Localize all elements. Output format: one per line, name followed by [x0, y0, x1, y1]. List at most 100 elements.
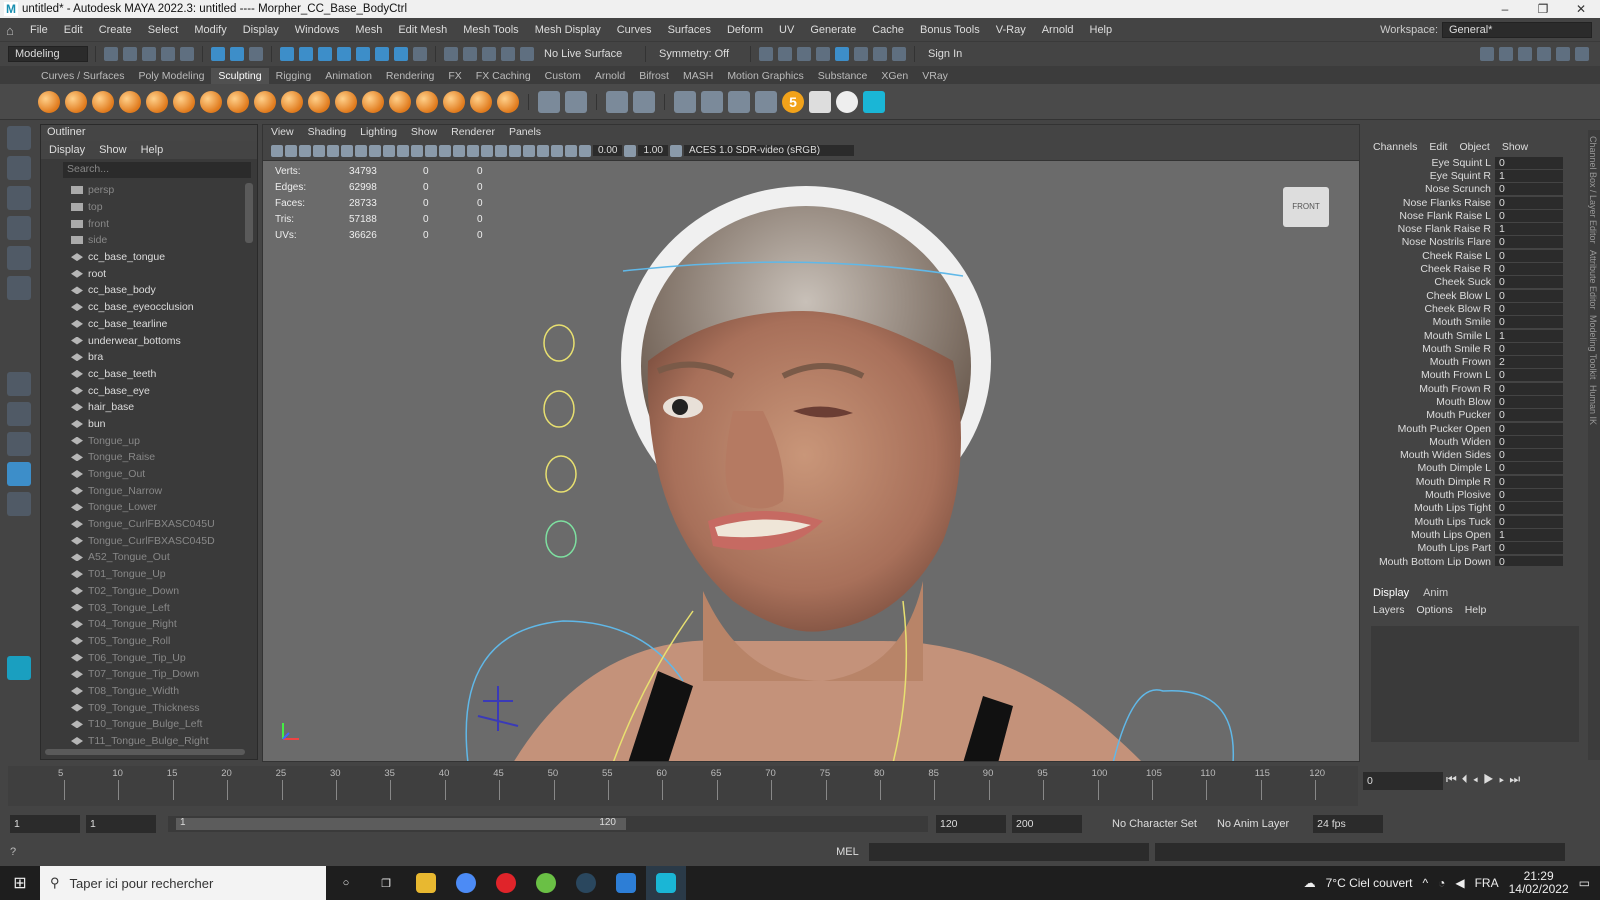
weather-icon[interactable]: ☁	[1304, 876, 1316, 890]
channel-row[interactable]: Mouth Widen Sides 0	[1365, 449, 1585, 462]
outliner-item[interactable]: T03_Tongue_Left	[41, 599, 257, 616]
viewport-panel[interactable]: View Shading Lighting Show Renderer Panels 0.…	[262, 124, 1360, 762]
channel-value-field[interactable]: 0	[1495, 502, 1563, 515]
relax-tool-icon[interactable]	[92, 90, 114, 113]
outliner-layout-icon[interactable]	[7, 462, 31, 486]
outliner-menu-help[interactable]: Help	[141, 144, 164, 156]
sculpt-tool-icon[interactable]	[38, 90, 60, 113]
channel-value-field[interactable]: 1	[1495, 169, 1563, 182]
outliner-item[interactable]: side	[41, 232, 257, 249]
modeling-toolkit-icon[interactable]	[1480, 46, 1494, 61]
outliner-item[interactable]: T05_Tongue_Roll	[41, 633, 257, 650]
menu-select[interactable]: Select	[140, 24, 187, 36]
vray-texture-icon[interactable]	[701, 90, 723, 113]
channel-row[interactable]: Nose Flanks Raise 0	[1365, 196, 1585, 209]
outliner-item[interactable]: bra	[41, 349, 257, 366]
shelf-tab-rendering[interactable]: Rendering	[379, 68, 441, 84]
command-input[interactable]	[868, 843, 1149, 861]
shelf-tab-fx[interactable]: FX	[441, 68, 468, 84]
redo-icon[interactable]	[180, 46, 194, 61]
maya-taskbar-icon[interactable]	[646, 866, 686, 900]
time-slider[interactable]: 5 10 15 20 25 30 35 40 45 50 55 60 65 70 75 80 85 90 95 100…	[8, 766, 1358, 806]
viewport-menu-renderer[interactable]: Renderer	[451, 126, 495, 140]
task-view-icon[interactable]: ❐	[366, 866, 406, 900]
shape-editor-icon[interactable]	[633, 90, 655, 113]
pinch-tool-icon[interactable]	[146, 90, 168, 113]
outliner-item[interactable]: Tongue_Narrow	[41, 482, 257, 499]
outliner-item[interactable]: root	[41, 265, 257, 282]
bookmark-icon[interactable]	[299, 144, 311, 157]
utorrent-icon[interactable]	[526, 866, 566, 900]
color-management-icon[interactable]	[669, 144, 682, 157]
safe-action-icon[interactable]	[425, 144, 437, 157]
language-indicator[interactable]: FRA	[1475, 876, 1499, 890]
range-slider[interactable]: 1 120	[168, 816, 928, 832]
shelf-tab-custom[interactable]: Custom	[538, 68, 588, 84]
scene-render[interactable]	[263, 161, 1360, 762]
outliner-item[interactable]: cc_base_eyeocclusion	[41, 299, 257, 316]
select-component-icon[interactable]	[249, 46, 263, 61]
channel-row[interactable]: Cheek Suck 0	[1365, 276, 1585, 289]
t-pose-icon[interactable]	[809, 90, 831, 113]
menu-curves[interactable]: Curves	[609, 24, 660, 36]
side-tab[interactable]: Attribute Editor	[1588, 250, 1598, 310]
menu-mesh[interactable]: Mesh	[347, 24, 390, 36]
shelf-tab-mash[interactable]: MASH	[676, 68, 720, 84]
help-icon[interactable]: ?	[10, 846, 16, 858]
script-language-toggle[interactable]: MEL	[836, 846, 859, 858]
channel-value-field[interactable]: 0	[1495, 316, 1563, 329]
rotate-tool-icon[interactable]	[7, 246, 31, 270]
output-ops-icon[interactable]	[482, 46, 496, 61]
menu-mesh-display[interactable]: Mesh Display	[527, 24, 609, 36]
hypershade-icon[interactable]	[816, 46, 830, 61]
channel-value-field[interactable]: 0	[1495, 462, 1563, 475]
outliner-item[interactable]: T06_Tongue_Tip_Up	[41, 649, 257, 666]
channel-value-field[interactable]: 1	[1495, 528, 1563, 541]
channel-value-field[interactable]: 1	[1495, 329, 1563, 342]
channel-value-field[interactable]: 0	[1495, 542, 1563, 555]
channel-value-field[interactable]: 0	[1495, 236, 1563, 249]
outliner-item[interactable]: T07_Tongue_Tip_Down	[41, 666, 257, 683]
viewport-menu-shading[interactable]: Shading	[308, 126, 347, 140]
weather-text[interactable]: 7°C Ciel couvert	[1326, 876, 1413, 890]
vray-light-icon[interactable]	[728, 90, 750, 113]
wax-tool-icon[interactable]	[308, 90, 330, 113]
snap-surface-icon[interactable]	[356, 46, 370, 61]
windows-start-icon[interactable]: ⊞	[0, 873, 40, 893]
symmetry-dropdown[interactable]: Symmetry: Off	[653, 48, 743, 60]
channel-menu-object[interactable]: Object	[1459, 141, 1489, 153]
channel-row[interactable]: Mouth Dimple L 0	[1365, 462, 1585, 475]
shelf-tab-arnold[interactable]: Arnold	[588, 68, 632, 84]
channel-row[interactable]: Mouth Dimple R 0	[1365, 475, 1585, 488]
quick-search-icon[interactable]	[7, 492, 31, 516]
outliner-menu-show[interactable]: Show	[99, 144, 127, 156]
select-tool-icon[interactable]	[7, 126, 31, 150]
wireframe-icon[interactable]	[439, 144, 451, 157]
outliner-item[interactable]: A52_Tongue_Out	[41, 549, 257, 566]
shelf-tab-bifrost[interactable]: Bifrost	[632, 68, 676, 84]
render-settings-icon[interactable]	[797, 46, 811, 61]
smear-tool-icon[interactable]	[416, 90, 438, 113]
exposure-field[interactable]: 0.00	[593, 145, 623, 156]
channel-value-field[interactable]: 2	[1495, 356, 1563, 369]
menu-modify[interactable]: Modify	[186, 24, 234, 36]
minimize-button[interactable]: –	[1486, 2, 1524, 16]
range-slider-handle[interactable]: 1 120	[176, 817, 626, 830]
lights-icon[interactable]	[495, 144, 507, 157]
foamy-tool-icon[interactable]	[200, 90, 222, 113]
channel-row[interactable]: Mouth Lips Part 0	[1365, 542, 1585, 555]
film-gate-icon[interactable]	[369, 144, 381, 157]
outliner-item[interactable]: T08_Tongue_Width	[41, 683, 257, 700]
shadows-icon[interactable]	[509, 144, 521, 157]
outliner-item[interactable]: cc_base_eye	[41, 382, 257, 399]
channel-value-field[interactable]: 0	[1495, 475, 1563, 488]
tool-settings-icon[interactable]	[1518, 46, 1532, 61]
channel-row[interactable]: Mouth Bottom Lip Down 0	[1365, 555, 1585, 566]
menu-windows[interactable]: Windows	[287, 24, 348, 36]
xray-joints-icon[interactable]	[565, 144, 577, 157]
menu-display[interactable]: Display	[235, 24, 287, 36]
shelf-tab-xgen[interactable]: XGen	[874, 68, 915, 84]
maximize-button[interactable]: ❐	[1524, 2, 1562, 16]
outliner-item[interactable]: cc_base_tearline	[41, 316, 257, 333]
channel-row[interactable]: Cheek Raise L 0	[1365, 249, 1585, 262]
